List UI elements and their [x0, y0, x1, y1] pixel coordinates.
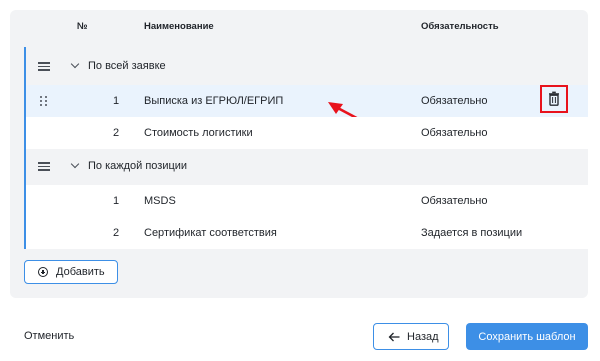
list-icon — [38, 162, 50, 171]
header-number: № — [77, 21, 88, 32]
list-icon — [38, 62, 50, 71]
group-title: По каждой позиции — [88, 160, 188, 172]
header-requirement: Обязательность — [421, 21, 499, 32]
add-button[interactable]: Добавить — [24, 260, 118, 284]
row-number: 1 — [112, 95, 120, 107]
header-name: Наименование — [144, 21, 214, 32]
row-number: 2 — [112, 227, 120, 239]
chevron-down-icon[interactable] — [70, 59, 80, 69]
back-button-label: Назад — [407, 331, 439, 343]
drag-handle-icon[interactable] — [40, 96, 48, 106]
row-requirement: Обязательно — [421, 95, 488, 107]
table-row[interactable]: 1 Выписка из ЕГРЮЛ/ЕГРИП Обязательно — [26, 85, 588, 117]
plus-circle-icon — [38, 267, 48, 277]
row-name: Сертификат соответствия — [144, 227, 277, 239]
group-row-whole-request[interactable]: По всей заявке — [26, 50, 588, 82]
table-row[interactable]: 1 MSDS Обязательно — [26, 185, 588, 217]
arrow-left-icon — [388, 332, 400, 342]
table-row[interactable]: 2 Стоимость логистики Обязательно — [26, 117, 588, 149]
trash-icon[interactable] — [547, 91, 561, 106]
group-title: По всей заявке — [88, 60, 166, 72]
group-row-each-position[interactable]: По каждой позиции — [26, 150, 588, 182]
chevron-down-icon[interactable] — [70, 159, 80, 169]
row-requirement: Задается в позиции — [421, 227, 523, 239]
save-template-button[interactable]: Сохранить шаблон — [466, 323, 588, 350]
row-requirement: Обязательно — [421, 195, 488, 207]
row-name: Стоимость логистики — [144, 127, 253, 139]
row-number: 1 — [112, 195, 120, 207]
row-name: MSDS — [144, 195, 176, 207]
row-requirement: Обязательно — [421, 127, 488, 139]
add-button-label: Добавить — [56, 266, 105, 278]
row-number: 2 — [112, 127, 120, 139]
save-button-label: Сохранить шаблон — [478, 330, 576, 343]
back-button[interactable]: Назад — [373, 323, 449, 350]
table-row[interactable]: 2 Сертификат соответствия Задается в поз… — [26, 217, 588, 249]
row-name: Выписка из ЕГРЮЛ/ЕГРИП — [144, 95, 284, 107]
cancel-link[interactable]: Отменить — [24, 330, 74, 342]
